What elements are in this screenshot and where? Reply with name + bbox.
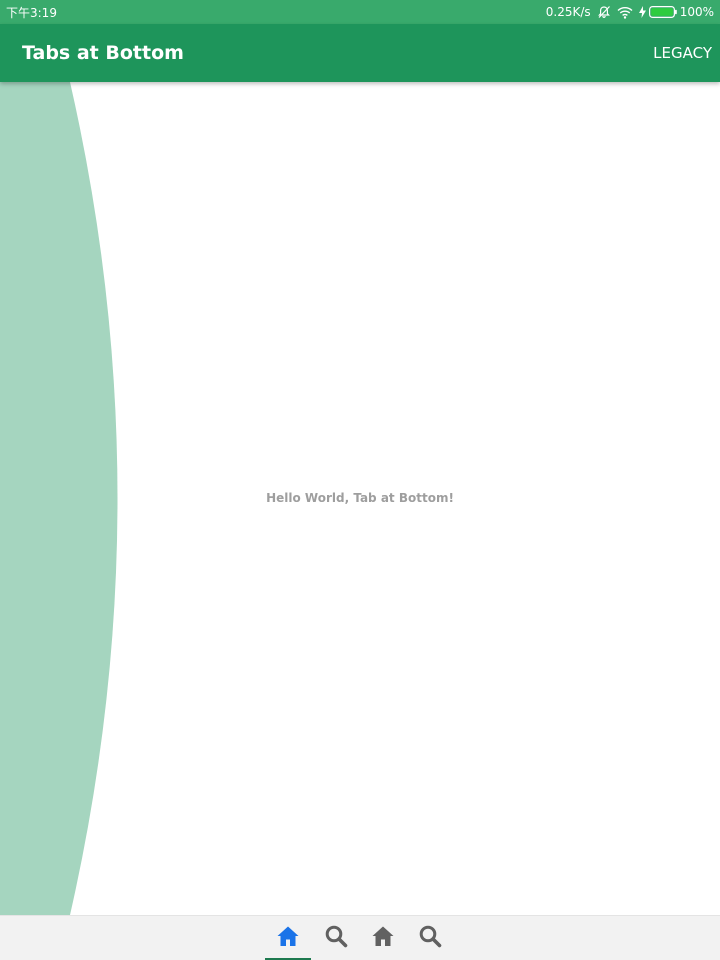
status-time: 下午3:19 bbox=[6, 5, 57, 20]
home-icon bbox=[276, 924, 300, 952]
status-left: 下午3:19 bbox=[6, 4, 57, 21]
battery-percent: 100% bbox=[679, 5, 714, 19]
wifi-icon bbox=[617, 6, 633, 19]
tab-home[interactable] bbox=[265, 916, 311, 960]
tab-search[interactable] bbox=[313, 916, 359, 960]
page-title: Tabs at Bottom bbox=[22, 42, 184, 64]
bottom-tab-bar bbox=[0, 915, 720, 960]
mute-bell-icon bbox=[597, 5, 611, 19]
main-content: Hello World, Tab at Bottom! bbox=[0, 82, 720, 915]
legacy-button[interactable]: LEGACY bbox=[653, 24, 712, 82]
app-screen: 下午3:19 0.25K/s 100% Tabs at Bottom LEGAC… bbox=[0, 0, 720, 960]
tab-home-2[interactable] bbox=[360, 916, 406, 960]
network-speed: 0.25K/s bbox=[545, 5, 591, 19]
search-icon bbox=[418, 924, 442, 952]
hello-message: Hello World, Tab at Bottom! bbox=[266, 491, 454, 505]
search-icon bbox=[324, 924, 348, 952]
status-bar: 下午3:19 0.25K/s 100% bbox=[0, 0, 720, 24]
battery-icon bbox=[648, 6, 677, 18]
charging-bolt-icon bbox=[638, 6, 646, 18]
tab-search-2[interactable] bbox=[407, 916, 453, 960]
app-bar: Tabs at Bottom LEGACY bbox=[0, 24, 720, 82]
battery: 100% bbox=[638, 5, 714, 19]
status-right: 0.25K/s 100% bbox=[546, 5, 714, 19]
home-icon bbox=[371, 924, 395, 952]
